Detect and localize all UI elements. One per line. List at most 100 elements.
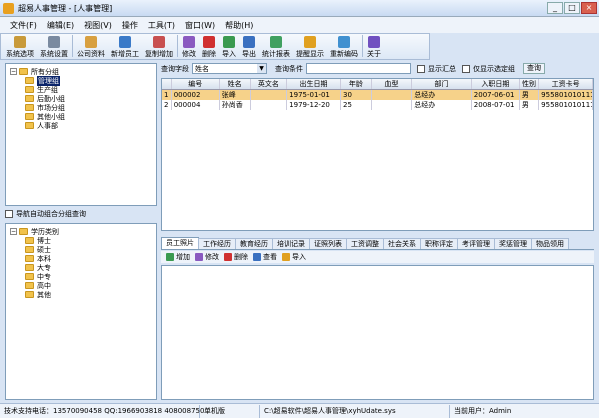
toolbar-button-9[interactable]: 统计报表 xyxy=(259,33,293,59)
main-area: 查询字段 姓名 ▼ 查询条件 显示汇总 仅显示选定组 查询 编号 姓名 英文名 出生日… xyxy=(161,62,594,400)
menu-window[interactable]: 窗口(W) xyxy=(185,20,215,31)
main-toolbar: 系统选项 系统设置 公司资料 新增员工 复制增加 修改 删除 导入 导出 统计报表 提醒显示 重新编码… xyxy=(0,33,430,60)
query-field-select[interactable]: 姓名 ▼ xyxy=(192,63,267,74)
maximize-button[interactable]: □ xyxy=(564,2,580,14)
query-cond-input[interactable] xyxy=(306,63,411,74)
toolbar-button-label: 重新编码 xyxy=(330,50,358,58)
close-button[interactable]: × xyxy=(581,2,597,14)
tab-7[interactable]: 职称评定 xyxy=(420,238,458,249)
query-button[interactable]: 查询 xyxy=(523,63,545,74)
toolbar-icon xyxy=(183,36,195,48)
only-selected-checkbox[interactable] xyxy=(462,64,470,73)
menu-view[interactable]: 视图(V) xyxy=(84,20,112,31)
table-cell: 1 xyxy=(162,90,172,100)
tab-3[interactable]: 培训记录 xyxy=(272,238,310,249)
table-cell: 总经办 xyxy=(412,90,472,100)
detail-button-label: 删除 xyxy=(234,253,248,261)
table-cell: 30 xyxy=(341,90,372,100)
toolbar-button-1[interactable]: 系统设置 xyxy=(37,33,71,59)
tree-root-education[interactable]: − 学历类别 xyxy=(10,227,156,236)
tab-10[interactable]: 物品领用 xyxy=(531,238,569,249)
column-header[interactable]: 性别 xyxy=(520,79,540,89)
column-header[interactable]: 编号 xyxy=(172,79,220,89)
column-header[interactable]: 出生日期 xyxy=(287,79,341,89)
toolbar-button-6[interactable]: 删除 xyxy=(199,33,219,59)
toolbar-button-12[interactable]: 关于 xyxy=(364,33,384,59)
toolbar-icon xyxy=(48,36,60,48)
tree-item-group[interactable]: 人事部 xyxy=(25,121,156,130)
app-icon xyxy=(3,2,14,14)
toolbar-button-2[interactable]: 公司资料 xyxy=(74,33,108,59)
table-cell: 25 xyxy=(341,100,372,110)
column-header[interactable]: 年龄 xyxy=(341,79,372,89)
toolbar-icon xyxy=(223,36,235,48)
menu-help[interactable]: 帮助(H) xyxy=(225,20,253,31)
toolbar-button-7[interactable]: 导入 xyxy=(219,33,239,59)
collapse-icon[interactable]: − xyxy=(10,68,17,75)
tab-5[interactable]: 工资调整 xyxy=(346,238,384,249)
detail-button-0[interactable]: 增加 xyxy=(166,252,190,262)
tree-root-groups[interactable]: − 所有分组 xyxy=(10,67,156,76)
table-row[interactable]: 1 000002 张峰 1975-01-01 30 总经办 2007-06-01 男 95580… xyxy=(162,90,593,100)
column-header[interactable]: 英文名 xyxy=(251,79,288,89)
column-header[interactable] xyxy=(162,79,172,89)
column-header[interactable]: 部门 xyxy=(412,79,472,89)
detail-button-3[interactable]: 查看 xyxy=(253,252,277,262)
toolbar-button-0[interactable]: 系统选项 xyxy=(3,33,37,59)
toolbar-button-label: 公司资料 xyxy=(77,50,105,58)
tab-1[interactable]: 工作经历 xyxy=(198,238,236,249)
nav-check-row[interactable]: 导航自动组合分组查询 xyxy=(5,209,86,219)
table-cell xyxy=(251,100,288,110)
detail-button-1[interactable]: 修改 xyxy=(195,252,219,262)
toolbar-icon xyxy=(338,36,350,48)
detail-button-4[interactable]: 导入 xyxy=(282,252,306,262)
query-button-label: 查询 xyxy=(527,64,541,72)
toolbar-button-11[interactable]: 重新编码 xyxy=(327,33,361,59)
nav-checkbox[interactable] xyxy=(5,210,13,218)
toolbar-icon xyxy=(85,36,97,48)
tree-item-education[interactable]: 其他 xyxy=(25,290,156,299)
toolbar-button-8[interactable]: 导出 xyxy=(239,33,259,59)
toolbar-separator xyxy=(362,35,363,57)
tab-6[interactable]: 社会关系 xyxy=(383,238,421,249)
query-row: 查询字段 姓名 ▼ 查询条件 显示汇总 仅显示选定组 查询 xyxy=(161,62,594,75)
column-header[interactable]: 工资卡号 xyxy=(539,79,593,89)
column-header[interactable]: 姓名 xyxy=(220,79,251,89)
status-mode: 单机版 xyxy=(200,404,260,418)
folder-icon xyxy=(19,228,28,235)
menu-operate[interactable]: 操作 xyxy=(122,20,138,31)
menu-tools[interactable]: 工具(T) xyxy=(148,20,175,31)
tab-9[interactable]: 奖惩管理 xyxy=(494,238,532,249)
toolbar-icon xyxy=(203,36,215,48)
table-cell: 9558010101115 xyxy=(539,100,593,110)
detail-button-2[interactable]: 删除 xyxy=(224,252,248,262)
toolbar-button-label: 统计报表 xyxy=(262,50,290,58)
tab-4[interactable]: 证照列表 xyxy=(309,238,347,249)
chevron-down-icon[interactable]: ▼ xyxy=(257,64,266,73)
employee-grid: 编号 姓名 英文名 出生日期 年龄 血型 部门 入职日期 性别 工资卡号 1 000002 张峰 1975… xyxy=(161,78,594,231)
tab-0[interactable]: 员工照片 xyxy=(161,237,199,249)
table-cell xyxy=(251,90,288,100)
detail-button-label: 导入 xyxy=(292,253,306,261)
menu-file[interactable]: 文件(F) xyxy=(10,20,37,31)
folder-icon xyxy=(25,273,34,280)
menu-edit[interactable]: 编辑(E) xyxy=(47,20,74,31)
detail-button-icon xyxy=(195,253,203,261)
tab-8[interactable]: 考评管理 xyxy=(457,238,495,249)
detail-button-icon xyxy=(282,253,290,261)
toolbar-button-3[interactable]: 新增员工 xyxy=(108,33,142,59)
tab-2[interactable]: 教育经历 xyxy=(235,238,273,249)
toolbar-button-4[interactable]: 复制增加 xyxy=(142,33,176,59)
minimize-button[interactable]: _ xyxy=(547,2,563,14)
table-cell: 000002 xyxy=(172,90,220,100)
toolbar-separator xyxy=(72,35,73,57)
collapse-icon[interactable]: − xyxy=(10,228,17,235)
toolbar-button-label: 导入 xyxy=(222,50,236,58)
column-header[interactable]: 血型 xyxy=(372,79,413,89)
column-header[interactable]: 入职日期 xyxy=(472,79,520,89)
show-summary-label: 显示汇总 xyxy=(428,64,456,73)
show-summary-checkbox[interactable] xyxy=(417,64,425,73)
toolbar-button-10[interactable]: 提醒显示 xyxy=(293,33,327,59)
toolbar-button-5[interactable]: 修改 xyxy=(179,33,199,59)
table-row[interactable]: 2 000004 孙尚香 1979-12-20 25 总经办 2008-07-01 男 9558… xyxy=(162,100,593,110)
